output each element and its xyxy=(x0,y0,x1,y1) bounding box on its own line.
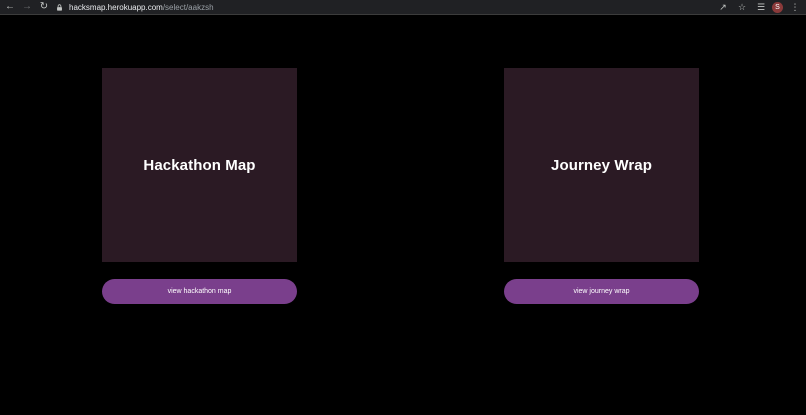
browser-actions: ↗ ☆ ☰ S ⋮ xyxy=(715,0,806,15)
url-host: hacksmap.herokuapp.com xyxy=(69,3,163,12)
profile-avatar[interactable]: S xyxy=(772,2,783,13)
address-bar[interactable]: hacksmap.herokuapp.com/select/aakzsh xyxy=(52,1,707,14)
journey-wrap-card: Journey Wrap xyxy=(504,68,699,262)
reading-list-icon[interactable]: ☰ xyxy=(753,0,769,15)
back-arrow-icon[interactable]: ← xyxy=(3,0,17,14)
view-journey-wrap-button[interactable]: view journey wrap xyxy=(504,279,699,304)
more-menu-icon[interactable]: ⋮ xyxy=(787,0,803,15)
bookmark-star-icon[interactable]: ☆ xyxy=(734,0,750,15)
browser-toolbar: ← → ↻ hacksmap.herokuapp.com/select/aakz… xyxy=(0,0,806,15)
url-path: /select/aakzsh xyxy=(162,3,214,12)
forward-arrow-icon[interactable]: → xyxy=(20,0,34,14)
hackathon-map-card: Hackathon Map xyxy=(102,68,297,262)
card-title: Journey Wrap xyxy=(551,156,652,174)
card-title: Hackathon Map xyxy=(143,156,256,174)
share-icon[interactable]: ↗ xyxy=(715,0,731,15)
reload-icon[interactable]: ↻ xyxy=(37,0,51,14)
lock-icon xyxy=(57,4,62,11)
view-hackathon-map-button[interactable]: view hackathon map xyxy=(102,279,297,304)
page-content: Hackathon Map view hackathon map Journey… xyxy=(0,16,806,415)
